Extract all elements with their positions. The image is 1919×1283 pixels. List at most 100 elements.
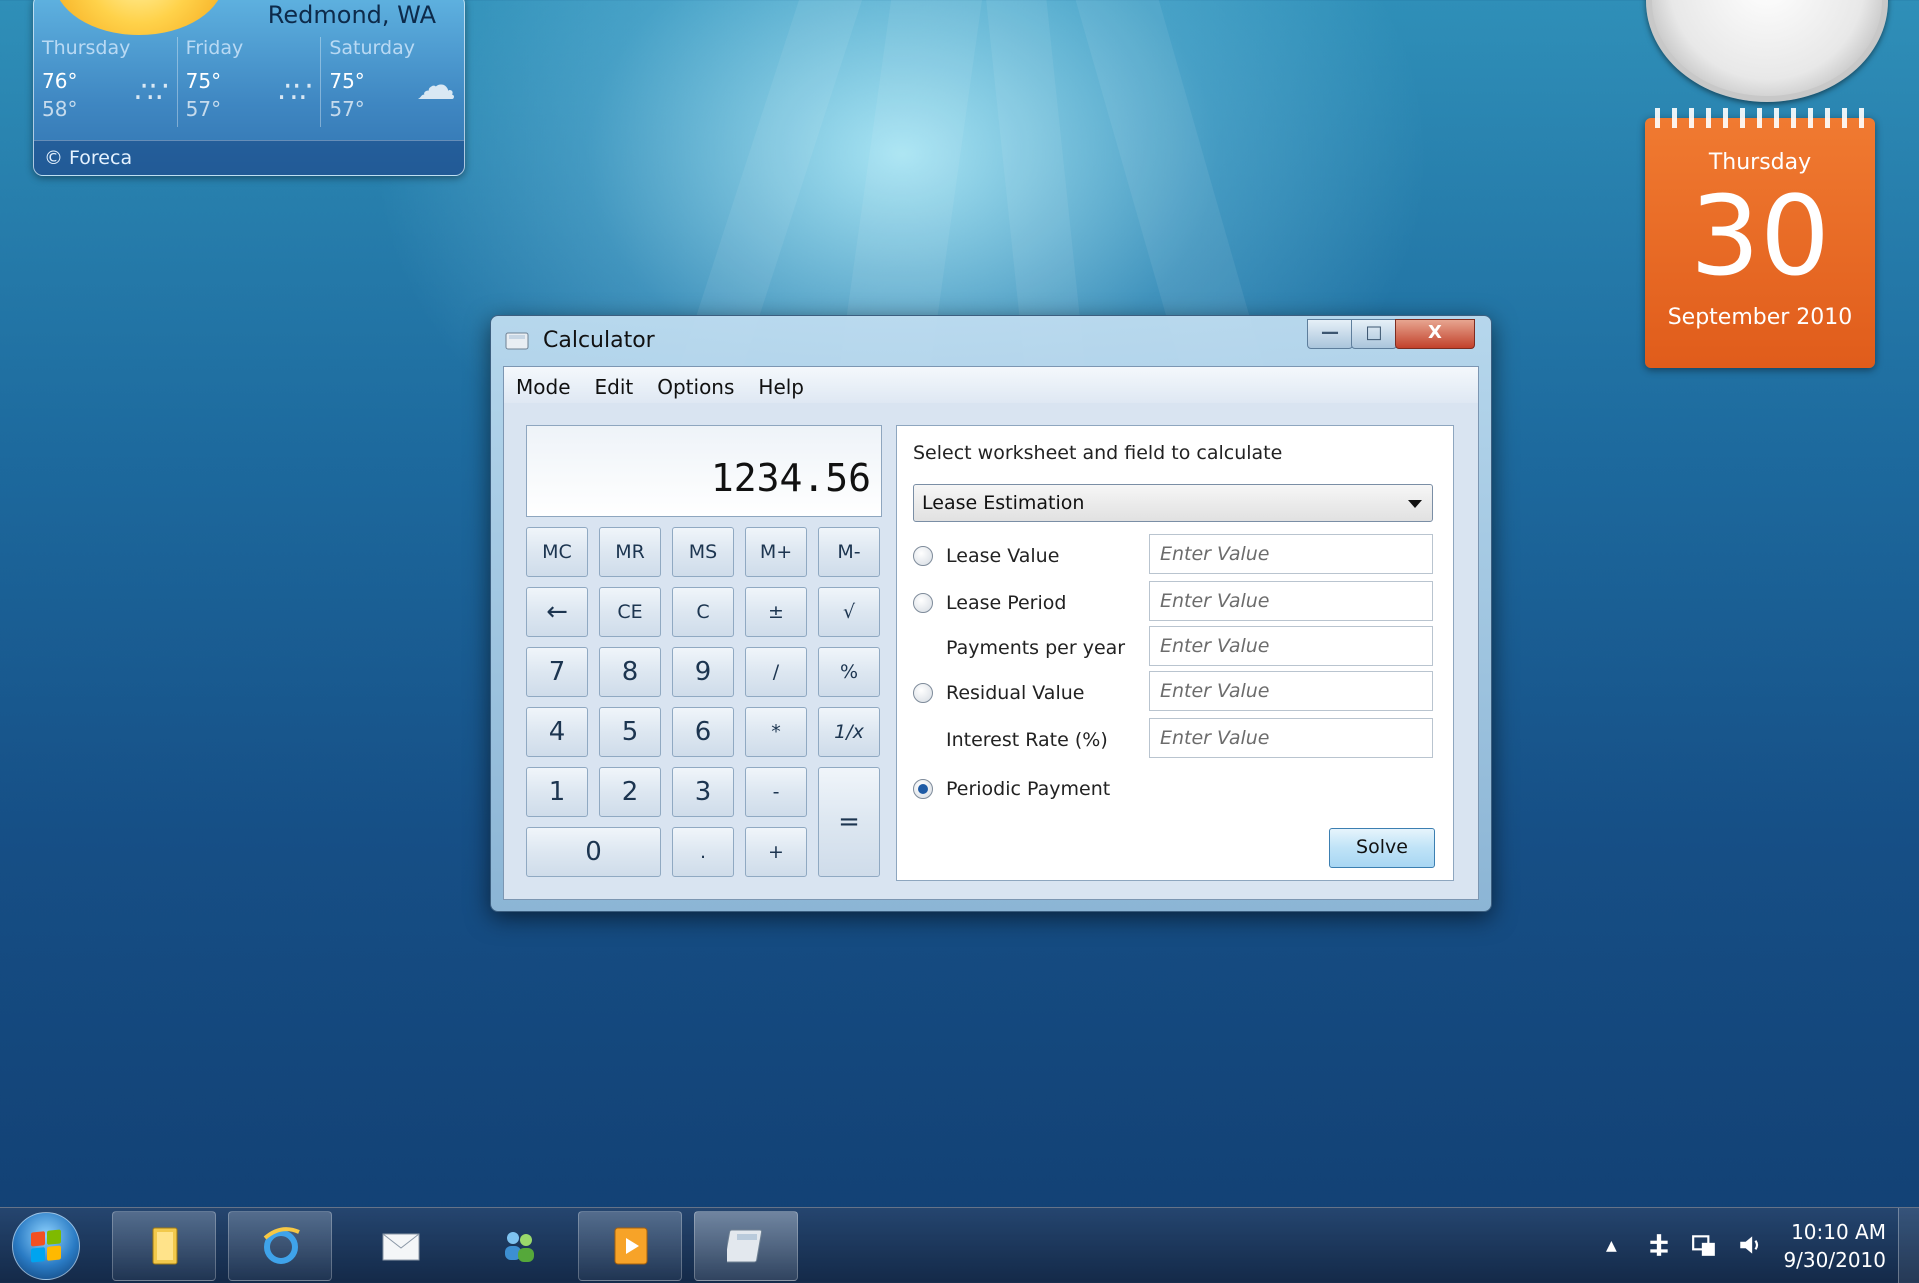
m-minus-button[interactable]: M- [818,527,880,577]
negate-button[interactable]: ± [745,587,807,637]
action-center-icon[interactable] [1690,1232,1718,1258]
reciprocal-button[interactable]: 1/x [818,707,880,757]
show-hidden-icons-button[interactable]: ▲ [1606,1238,1617,1254]
calculator-app-icon [505,332,529,350]
interest-rate-input[interactable] [1149,718,1433,758]
equals-button[interactable]: = [818,767,880,877]
clock-gadget[interactable] [1646,0,1888,102]
dropdown-arrow-icon [1408,500,1422,508]
volume-icon[interactable] [1736,1232,1764,1258]
solve-button[interactable]: Solve [1329,828,1435,868]
taskbar-explorer[interactable] [112,1211,216,1281]
taskbar-calculator[interactable] [694,1211,798,1281]
lease-value-input[interactable] [1149,534,1433,574]
digit-9-button[interactable]: 9 [672,647,734,697]
ms-button[interactable]: MS [672,527,734,577]
ce-button[interactable]: CE [599,587,661,637]
title-bar[interactable]: Calculator — □ X [491,316,1491,366]
calendar-month-year: September 2010 [1667,305,1853,330]
digit-4-button[interactable]: 4 [526,707,588,757]
worksheet-header: Select worksheet and field to calculate [913,442,1283,464]
taskbar-internet-explorer[interactable] [228,1211,332,1281]
residual-value-input[interactable] [1149,671,1433,711]
taskbar-media-player[interactable] [578,1211,682,1281]
add-button[interactable]: + [745,827,807,877]
taskbar-clock[interactable]: 10:10 AM 9/30/2010 [1776,1218,1886,1274]
network-icon[interactable] [1646,1232,1672,1258]
percent-button[interactable]: % [818,647,880,697]
cloud-icon: ☁ [416,63,456,109]
calculator-display: 1234.56 [526,425,882,517]
calendar-day: 30 [1690,172,1830,300]
worksheet-select[interactable]: Lease Estimation [913,484,1433,522]
sun-icon [54,0,224,35]
divide-button[interactable]: / [745,647,807,697]
digit-8-button[interactable]: 8 [599,647,661,697]
digit-6-button[interactable]: 6 [672,707,734,757]
lease-period-input[interactable] [1149,581,1433,621]
mr-button[interactable]: MR [599,527,661,577]
digit-0-button[interactable]: 0 [526,827,661,877]
digit-1-button[interactable]: 1 [526,767,588,817]
calculator-window[interactable]: Calculator — □ X Mode Edit Options Help … [490,315,1492,912]
forecast-day-name: Friday [185,37,244,59]
interest-rate-label: Interest Rate (%) [946,729,1108,751]
digit-2-button[interactable]: 2 [599,767,661,817]
subtract-button[interactable]: - [745,767,807,817]
residual-value-radio[interactable] [913,683,933,703]
calendar-gadget[interactable]: Thursday 30 September 2010 [1645,108,1875,368]
showers-icon: ∴∵ [278,75,312,110]
lease-period-radio[interactable] [913,593,933,613]
maximize-icon: □ [1365,322,1383,343]
periodic-payment-label: Periodic Payment [946,778,1111,800]
calculator-icon [727,1229,763,1263]
weather-source[interactable]: © Foreca [44,147,132,169]
maximize-button[interactable]: □ [1351,319,1397,349]
forecast-day-name: Thursday [42,37,131,59]
menu-options[interactable]: Options [645,367,746,403]
multiply-button[interactable]: * [745,707,807,757]
payments-per-year-input[interactable] [1149,626,1433,666]
menu-mode[interactable]: Mode [504,367,583,403]
payments-per-year-label: Payments per year [946,637,1126,659]
digit-5-button[interactable]: 5 [599,707,661,757]
calculator-client: Mode Edit Options Help 1234.56 MC MR MS … [503,366,1479,900]
taskbar: ▲ 10:10 AM 9/30/2010 [0,1207,1919,1283]
start-button[interactable] [12,1212,80,1280]
close-icon: X [1428,322,1442,343]
show-desktop-button[interactable] [1898,1208,1919,1283]
digit-7-button[interactable]: 7 [526,647,588,697]
calendar-rings [1655,108,1865,128]
lease-value-label: Lease Value [946,545,1060,567]
taskbar-date: 9/30/2010 [1783,1248,1886,1272]
contacts-icon [505,1232,534,1262]
taskbar-messenger[interactable] [466,1211,570,1281]
menu-bar: Mode Edit Options Help [504,367,1478,403]
forecast-day: Friday 75° 57° ∴∵ [176,37,321,127]
media-player-icon [614,1227,648,1265]
menu-help[interactable]: Help [746,367,816,403]
mc-button[interactable]: MC [526,527,588,577]
digit-3-button[interactable]: 3 [672,767,734,817]
windows-logo-icon [31,1229,61,1263]
sqrt-button[interactable]: √ [818,587,880,637]
lease-period-label: Lease Period [946,592,1067,614]
m-plus-button[interactable]: M+ [745,527,807,577]
weather-gadget[interactable]: Redmond, WA Thursday 76° 58° ∴∵ Friday 7… [33,0,465,176]
close-button[interactable]: X [1395,319,1475,349]
minimize-button[interactable]: — [1307,319,1353,349]
backspace-button[interactable]: ← [526,587,588,637]
weather-city: Redmond, WA [267,1,436,29]
lease-value-radio[interactable] [913,546,933,566]
menu-edit[interactable]: Edit [583,367,646,403]
c-button[interactable]: C [672,587,734,637]
forecast-day-name: Saturday [329,37,415,59]
taskbar-time: 10:10 AM [1791,1220,1886,1244]
residual-value-label: Residual Value [946,682,1085,704]
display-value: 1234.56 [710,456,871,500]
taskbar-mail[interactable] [348,1211,452,1281]
periodic-payment-radio[interactable] [913,779,933,799]
decimal-button[interactable]: . [672,827,734,877]
showers-icon: ∴∵ [134,75,168,110]
mail-icon [382,1233,420,1261]
